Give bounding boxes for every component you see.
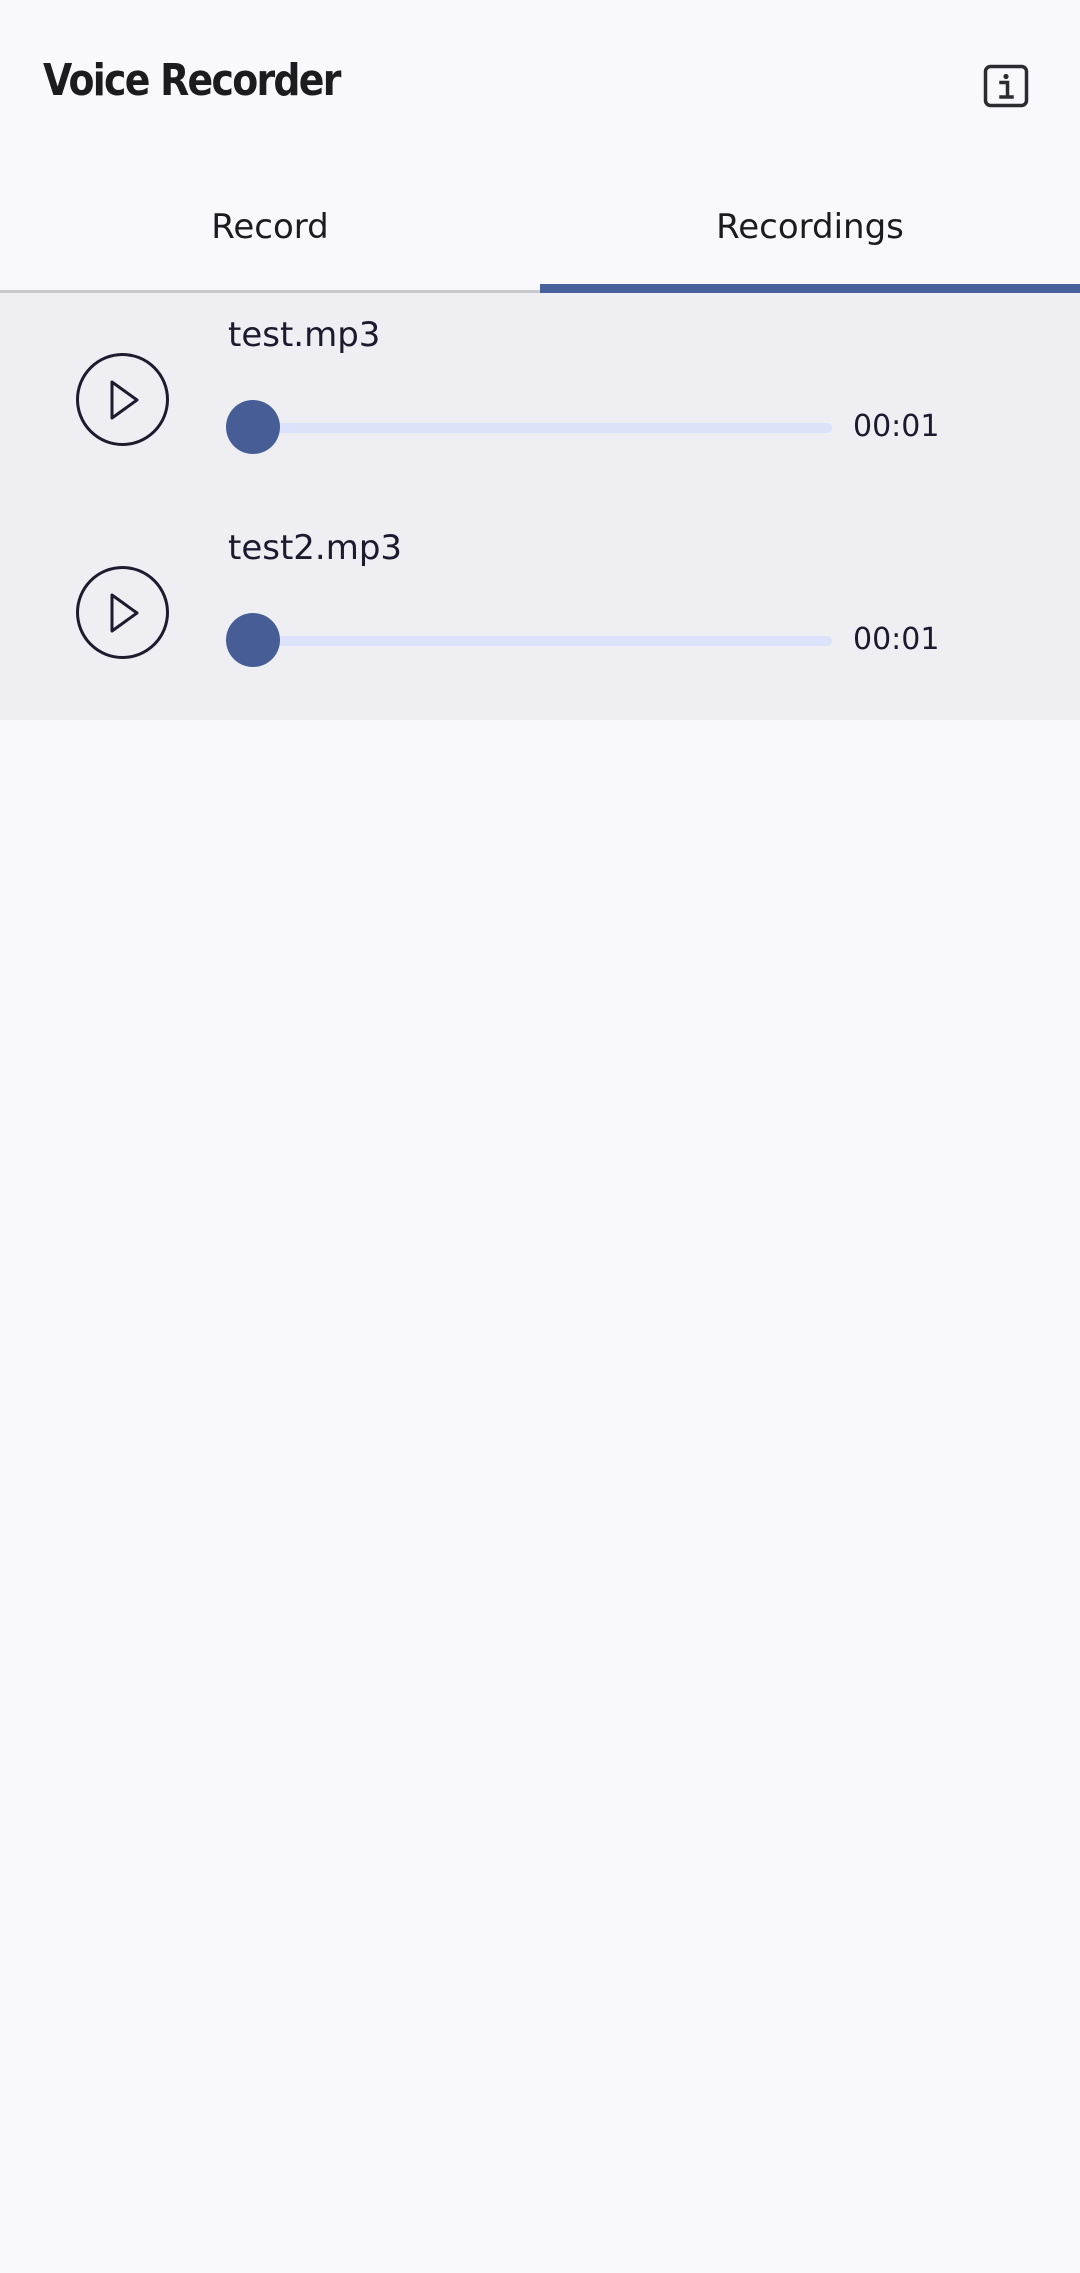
recording-item: test.mp3 00:01 bbox=[0, 293, 1080, 506]
tab-record-label: Record bbox=[211, 207, 329, 247]
play-button[interactable] bbox=[76, 353, 169, 446]
play-icon bbox=[110, 380, 138, 419]
recording-duration: 00:01 bbox=[853, 409, 940, 444]
slider-track bbox=[226, 423, 832, 433]
slider-thumb[interactable] bbox=[226, 613, 280, 667]
slider-thumb[interactable] bbox=[226, 400, 280, 454]
playback-slider[interactable] bbox=[226, 612, 832, 668]
tab-recordings[interactable]: Recordings bbox=[540, 170, 1080, 293]
info-icon bbox=[983, 64, 1029, 108]
recording-duration: 00:01 bbox=[853, 622, 940, 657]
info-button[interactable] bbox=[978, 60, 1034, 112]
tab-recordings-label: Recordings bbox=[716, 207, 904, 247]
slider-track bbox=[226, 636, 832, 646]
tab-indicator bbox=[540, 284, 1080, 293]
recording-item: test2.mp3 00:01 bbox=[0, 506, 1080, 719]
playback-slider[interactable] bbox=[226, 399, 832, 455]
app-title: Voice Recorder bbox=[43, 55, 341, 106]
tab-record[interactable]: Record bbox=[0, 170, 540, 290]
recording-name: test2.mp3 bbox=[228, 528, 403, 568]
tab-bar: Record Recordings bbox=[0, 170, 1080, 293]
recordings-list: test.mp3 00:01 test2.mp3 00:01 bbox=[0, 293, 1080, 720]
app-bar: Voice Recorder bbox=[0, 0, 1080, 170]
recording-name: test.mp3 bbox=[228, 315, 381, 355]
play-icon bbox=[110, 593, 138, 632]
play-button[interactable] bbox=[76, 566, 169, 659]
